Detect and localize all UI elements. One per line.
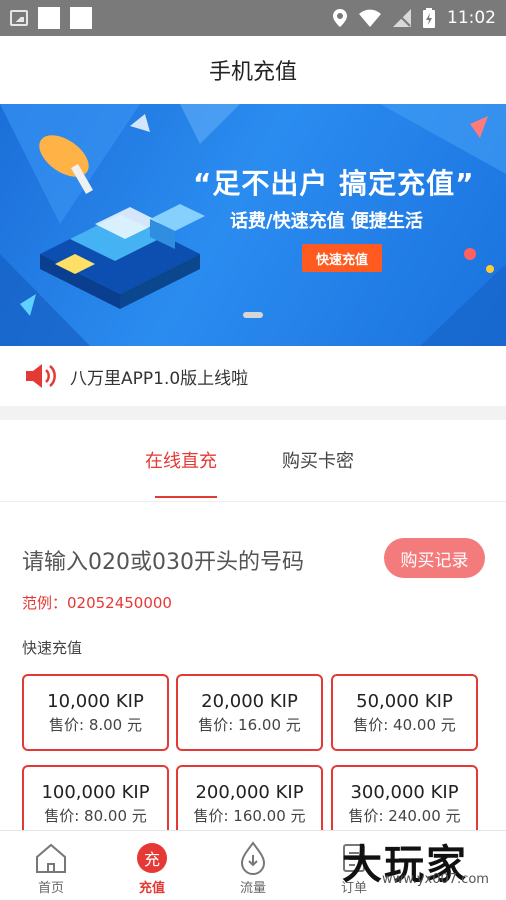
option-price: 售价: 160.00 元 — [193, 806, 306, 825]
nav-data-label: 流量 — [239, 881, 266, 896]
option-price: 售价: 16.00 元 — [198, 715, 301, 734]
nav-home[interactable]: 首页 — [11, 831, 91, 900]
status-bar: 11:02 — [0, 0, 506, 36]
option-amount: 300,000 KIP — [350, 781, 459, 803]
notification-icon — [38, 7, 60, 29]
phone-number-input[interactable]: 请输入020或030开头的号码 — [22, 544, 304, 576]
isometric-city-illustration — [40, 204, 205, 309]
announcement-text: 八万里APP1.0版上线啦 — [70, 368, 249, 389]
option-amount: 20,000 KIP — [201, 690, 298, 712]
option-amount: 100,000 KIP — [41, 781, 150, 803]
tab-buy-card[interactable]: 购买卡密 — [282, 420, 354, 500]
banner-subline: 话费/快速充值 便捷生活 — [230, 211, 423, 232]
option-amount: 50,000 KIP — [356, 690, 453, 712]
quick-recharge-banner-button[interactable]: 快速充值 — [302, 244, 382, 272]
recharge-option-card[interactable]: 20,000 KIP 售价: 16.00 元 — [176, 674, 323, 751]
no-signal-icon — [393, 9, 411, 27]
data-drop-icon — [239, 841, 267, 875]
nav-recharge[interactable]: 充 充值 — [112, 831, 192, 900]
recharge-option-card[interactable]: 10,000 KIP 售价: 8.00 元 — [22, 674, 169, 751]
option-price: 售价: 8.00 元 — [49, 715, 142, 734]
watermark-url: www.yx007.com — [382, 872, 489, 887]
image-notification-icon — [10, 10, 28, 26]
option-price: 售价: 240.00 元 — [348, 806, 461, 825]
example-number: 范例：02052450000 — [22, 594, 172, 612]
tab-online-recharge[interactable]: 在线直充 — [145, 420, 217, 500]
notification-icon — [70, 7, 92, 29]
battery-charging-icon — [423, 8, 435, 28]
nav-recharge-label: 充值 — [138, 881, 165, 896]
quick-recharge-label: 快速充值 — [22, 639, 83, 657]
recharge-tabs: 在线直充 购买卡密 — [0, 420, 506, 502]
recharge-panel: 请输入020或030开头的号码 购买记录 范例：02052450000 快速充值… — [0, 502, 506, 842]
speaker-icon — [24, 362, 58, 390]
watermark: 大玩家 www.yx007.com — [330, 826, 506, 900]
nav-data[interactable]: 流量 — [213, 831, 293, 900]
active-tab-indicator — [155, 496, 217, 498]
option-amount: 10,000 KIP — [47, 690, 144, 712]
recharge-option-card[interactable]: 50,000 KIP 售价: 40.00 元 — [331, 674, 478, 751]
promo-banner[interactable]: “足不出户 搞定充值” 话费/快速充值 便捷生活 快速充值 — [0, 104, 506, 346]
nav-home-label: 首页 — [37, 881, 64, 896]
option-price: 售价: 40.00 元 — [353, 715, 456, 734]
announcement-bar[interactable]: 八万里APP1.0版上线啦 — [0, 346, 506, 406]
location-icon — [333, 9, 347, 27]
home-icon — [34, 841, 68, 875]
page-title: 手机充值 — [0, 36, 506, 104]
wifi-icon — [359, 9, 381, 27]
clock: 11:02 — [447, 8, 496, 28]
option-price: 售价: 80.00 元 — [44, 806, 147, 825]
carousel-indicator — [243, 312, 263, 318]
option-amount: 200,000 KIP — [195, 781, 304, 803]
charge-icon: 充 — [137, 841, 167, 875]
banner-headline: “足不出户 搞定充值” — [193, 167, 475, 200]
purchase-records-button[interactable]: 购买记录 — [384, 538, 485, 578]
